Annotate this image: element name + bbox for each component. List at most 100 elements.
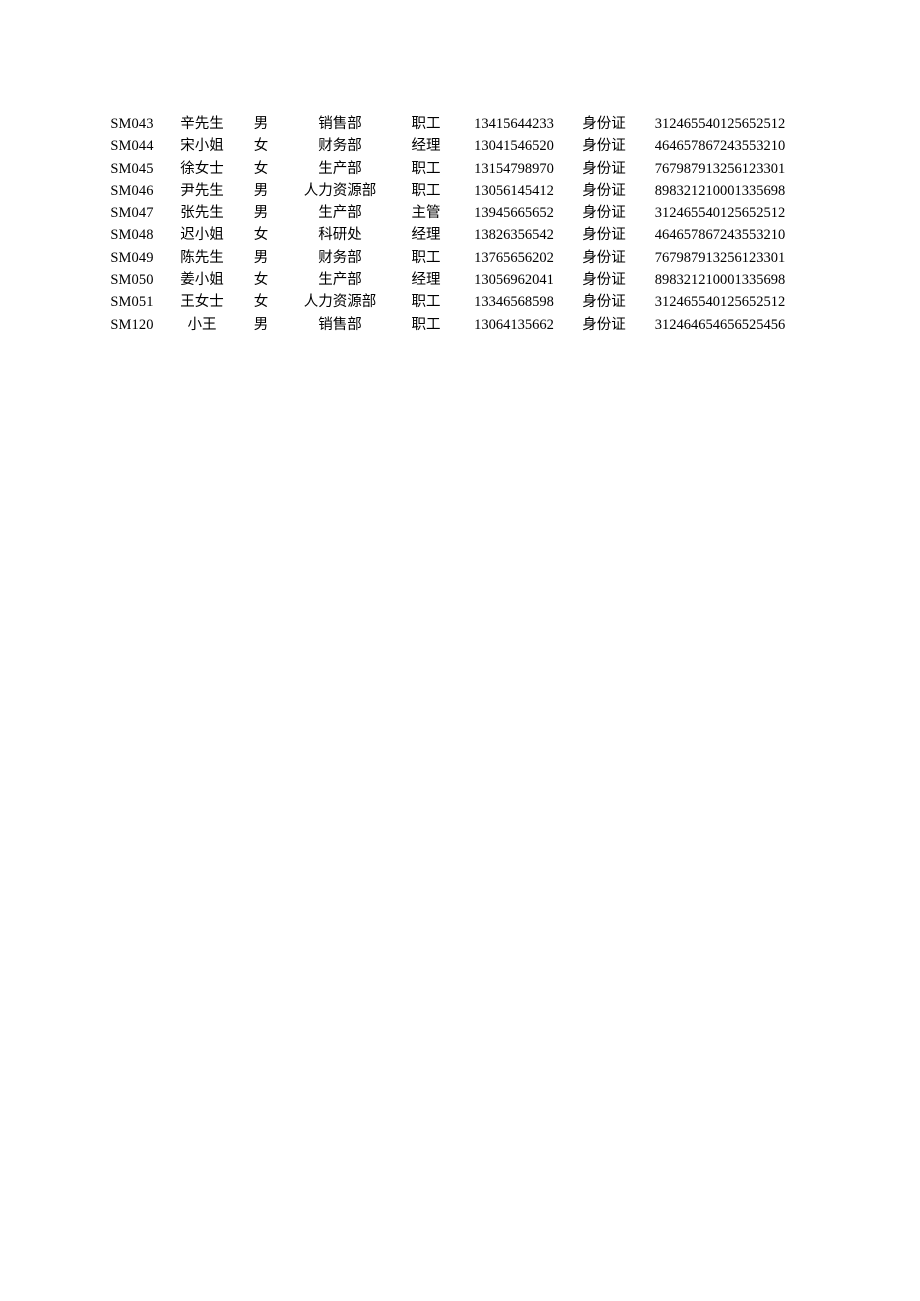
cell-id-document-type: 身份证 <box>582 138 626 155</box>
cell-employee-id: SM049 <box>110 249 154 266</box>
cell-gender: 男 <box>253 116 269 132</box>
cell-employee-name: 宋小姐 <box>180 138 224 155</box>
row-right-margin <box>804 269 920 291</box>
cell-id-document-number: 767987913256123301 <box>654 160 786 177</box>
row-right-margin <box>804 202 920 224</box>
cell-id-document-type: 身份证 <box>582 227 626 244</box>
row-right-margin <box>804 180 920 202</box>
row-left-margin <box>0 180 98 202</box>
table-row: SM049 陈先生 男 财务部 职工 13765656202 身份证 767987913256… <box>0 247 920 269</box>
row-left-margin <box>0 135 98 157</box>
cell-position: 职工 <box>411 160 441 177</box>
cell-position: 主管 <box>411 205 441 222</box>
cell-phone-number: 13056145412 <box>474 182 554 199</box>
employee-records-table: SM043 辛先生男销售部 职工 13415644233 身份证 312465540125… <box>0 113 920 336</box>
cell-id-document-type: 身份证 <box>582 272 626 289</box>
cell-department: 销售部 <box>318 116 362 132</box>
cell-department: 生产部 <box>318 205 362 222</box>
row-right-margin <box>804 135 920 157</box>
cell-id-document-type: 身份证 <box>582 249 626 266</box>
table-body: SM043 辛先生男销售部 职工 13415644233 身份证 312465540125… <box>0 113 920 336</box>
cell-employee-name: 小王 <box>187 316 217 333</box>
cell-employee-name: 王女士 <box>180 294 224 311</box>
cell-department: 生产部 <box>318 160 362 177</box>
cell-phone-number: 13826356542 <box>474 227 554 244</box>
cell-department: 人力资源部 <box>303 294 377 311</box>
cell-position: 经理 <box>411 227 441 244</box>
cell-phone-number: 13154798970 <box>474 160 554 177</box>
cell-id-document-type: 身份证 <box>582 160 626 177</box>
table-row: SM044 宋小姐 女 财务部 经理 13041546520 身份证 464657867243… <box>0 135 920 157</box>
table-row: SM046 尹先生 男 人力资源部 职工 13056145412 身份证 8983212100… <box>0 180 920 202</box>
row-left-margin <box>0 291 98 313</box>
row-left-margin <box>0 314 98 336</box>
cell-position: 经理 <box>411 138 441 155</box>
cell-id-document-number: 767987913256123301 <box>654 249 786 266</box>
cell-employee-id: SM043 <box>110 116 154 132</box>
cell-phone-number: 13765656202 <box>474 249 554 266</box>
cell-phone-number: 13064135662 <box>474 316 554 333</box>
row-right-margin <box>804 247 920 269</box>
cell-gender: 男 <box>253 249 269 266</box>
cell-employee-name: 徐女士 <box>180 160 224 177</box>
cell-department: 财务部 <box>318 249 362 266</box>
cell-gender: 女 <box>253 227 269 244</box>
row-left-margin <box>0 224 98 246</box>
cell-id-document-type: 身份证 <box>582 316 626 333</box>
employee-record-sheet: SM043 辛先生男销售部 职工 13415644233 身份证 312465540125… <box>0 113 920 336</box>
table-row: SM048 迟小姐 女 科研处 经理 13826356542 身份证 464657867243… <box>0 224 920 246</box>
table-row: SM047 张先生 男 生产部 主管 13945665652 身份证 312465540125… <box>0 202 920 224</box>
cell-employee-id: SM045 <box>110 160 154 177</box>
cell-id-document-number: 464657867243553210 <box>654 138 786 155</box>
row-right-margin <box>804 314 920 336</box>
cell-department: 生产部 <box>318 272 362 289</box>
cell-id-document-type: 身份证 <box>582 205 626 222</box>
cell-id-document-number: 464657867243553210 <box>654 227 786 244</box>
cell-department: 人力资源部 <box>303 182 377 199</box>
cell-phone-number: 13346568598 <box>474 294 554 311</box>
cell-employee-id: SM051 <box>110 294 154 311</box>
cell-id-document-number: 312465540125652512 <box>654 205 786 222</box>
row-left-margin <box>0 202 98 224</box>
cell-employee-name: 姜小姐 <box>180 272 224 289</box>
table-row: SM045 徐女士 女 生产部 职工 13154798970 身份证 767987913256… <box>0 158 920 180</box>
cell-position: 职工 <box>411 116 441 132</box>
row-right-margin <box>804 224 920 246</box>
cell-position: 经理 <box>411 272 441 289</box>
table-row: SM120 小王 男 销售部 职工 13064135662 身份证 3124646546565… <box>0 314 920 336</box>
cell-employee-name: 迟小姐 <box>180 227 224 244</box>
cell-id-document-type: 身份证 <box>582 182 626 199</box>
cell-phone-number: 13945665652 <box>474 205 554 222</box>
cell-gender: 男 <box>253 205 269 222</box>
cell-department: 财务部 <box>318 138 362 155</box>
cell-employee-name: 尹先生 <box>180 182 224 199</box>
row-right-margin <box>804 113 920 135</box>
cell-gender: 女 <box>253 272 269 289</box>
cell-employee-name: 辛先生 <box>180 116 224 132</box>
row-left-margin <box>0 113 98 135</box>
cell-employee-id: SM046 <box>110 182 154 199</box>
cell-employee-id: SM048 <box>110 227 154 244</box>
cell-employee-id: SM047 <box>110 205 154 222</box>
cell-id-document-number: 898321210001335698 <box>654 272 786 289</box>
table-row: SM050 姜小姐 女 生产部 经理 13056962041 身份证 898321210001… <box>0 269 920 291</box>
cell-gender: 女 <box>253 138 269 155</box>
cell-gender: 女 <box>253 160 269 177</box>
row-right-margin <box>804 158 920 180</box>
cell-department: 科研处 <box>318 227 362 244</box>
row-right-margin <box>804 291 920 313</box>
cell-phone-number: 13056962041 <box>474 272 554 289</box>
cell-phone-number: 13415644233 <box>474 116 554 132</box>
cell-gender: 女 <box>253 294 269 311</box>
cell-employee-name: 张先生 <box>180 205 224 222</box>
cell-id-document-number: 312464654656525456 <box>654 316 786 333</box>
cell-id-document-type: 身份证 <box>582 116 626 132</box>
cell-position: 职工 <box>411 294 441 311</box>
cell-id-document-number: 312465540125652512 <box>654 116 786 132</box>
row-left-margin <box>0 269 98 291</box>
table-row: SM051 王女士 女 人力资源部 职工 13346568598 身份证 3124655401… <box>0 291 920 313</box>
cell-position: 职工 <box>411 249 441 266</box>
cell-position: 职工 <box>411 182 441 199</box>
cell-gender: 男 <box>253 316 269 333</box>
row-left-margin <box>0 247 98 269</box>
